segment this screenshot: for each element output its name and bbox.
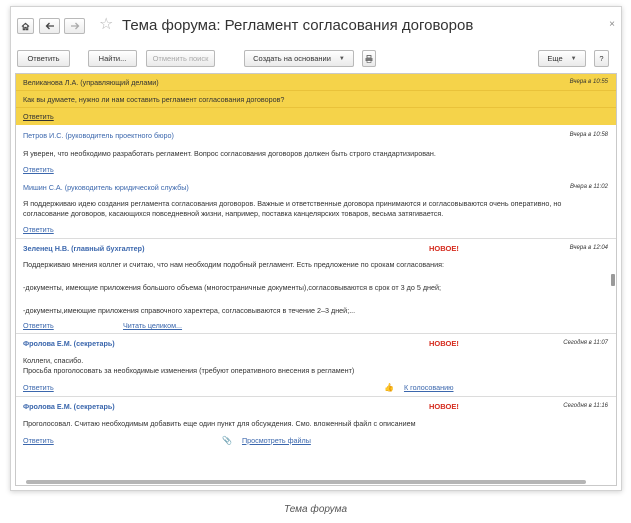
figure-caption: Тема форума bbox=[283, 504, 348, 515]
vertical-scrollbar[interactable] bbox=[611, 274, 615, 286]
post-time: Сегодня в 11:07 bbox=[563, 340, 608, 346]
post-author: Мишин С.А. (руководитель юридической слу… bbox=[23, 182, 189, 192]
read-full-wrap: Читать целиком... bbox=[123, 321, 182, 330]
home-button[interactable] bbox=[17, 18, 34, 34]
forum-post[interactable]: Мишин С.А. (руководитель юридической слу… bbox=[16, 178, 616, 238]
printer-icon bbox=[365, 54, 373, 63]
new-badge: НОВОЕ! bbox=[429, 243, 459, 253]
view-files-link[interactable]: Просмотреть файлы bbox=[242, 436, 311, 445]
reply-link[interactable]: Ответить bbox=[23, 112, 54, 121]
thumbs-up-icon: 👍 bbox=[384, 382, 394, 392]
files-wrap: 📎 Просмотреть файлы bbox=[222, 436, 311, 445]
post-text-line: -документы, имеющие приложения большого … bbox=[23, 283, 441, 292]
post-header: Зеленец Н.В. (главный бухгалтер) НОВОЕ! … bbox=[16, 239, 616, 257]
post-author: Фролова Е.М. (секретарь) bbox=[23, 338, 115, 348]
home-icon bbox=[21, 22, 30, 30]
new-badge: НОВОЕ! bbox=[429, 338, 459, 348]
post-text-line: Поддерживаю мнения коллег и считаю, что … bbox=[23, 260, 445, 269]
post-actions: Ответить Читать целиком... bbox=[16, 318, 616, 333]
post-actions: Ответить 👍 К голосованию bbox=[16, 378, 616, 396]
close-icon[interactable]: × bbox=[609, 19, 615, 30]
post-time: Вчера в 12:04 bbox=[569, 245, 608, 251]
post-text-line: Коллеги, спасибо. bbox=[23, 356, 84, 365]
print-button[interactable] bbox=[362, 50, 376, 67]
post-header: Петров И.С. (руководитель проектного бюр… bbox=[16, 125, 616, 145]
post-actions: Ответить bbox=[16, 161, 616, 178]
post-text: Как вы думаете, нужно ли нам составить р… bbox=[16, 91, 616, 108]
post-header: Фролова Е.М. (секретарь) НОВОЕ! Сегодня … bbox=[16, 397, 616, 415]
cancel-search-button[interactable]: Отменить поиск bbox=[146, 50, 215, 67]
post-text: Поддерживаю мнения коллег и считаю, что … bbox=[16, 257, 616, 318]
more-label: Еще bbox=[547, 54, 563, 63]
chevron-down-icon: ▼ bbox=[338, 55, 345, 62]
new-badge: НОВОЕ! bbox=[429, 401, 459, 411]
post-text: Я поддерживаю идею создания регламента с… bbox=[16, 196, 616, 221]
reply-link[interactable]: Ответить bbox=[23, 165, 54, 174]
post-text-line: Просьба проголосовать за необходимые изм… bbox=[23, 366, 355, 375]
post-time: Вчера в 10:55 bbox=[569, 79, 608, 85]
page-title: Тема форума: Регламент согласования дого… bbox=[122, 17, 474, 34]
post-text-line: Я поддерживаю идею создания регламента с… bbox=[23, 199, 562, 218]
horizontal-scrollbar[interactable] bbox=[26, 480, 586, 484]
post-time: Вчера в 10:58 bbox=[569, 132, 608, 138]
post-text-line: Проголосовал. Считаю необходимым добавит… bbox=[23, 419, 416, 428]
post-author: Зеленец Н.В. (главный бухгалтер) bbox=[23, 243, 145, 253]
post-header: Фролова Е.М. (секретарь) НОВОЕ! Сегодня … bbox=[16, 334, 616, 352]
title-bar: ☆ Тема форума: Регламент согласования до… bbox=[11, 7, 621, 41]
vote-link[interactable]: К голосованию bbox=[404, 383, 454, 392]
find-button[interactable]: Найти... bbox=[88, 50, 137, 67]
reply-link[interactable]: Ответить bbox=[23, 436, 54, 445]
back-button[interactable] bbox=[39, 18, 60, 34]
forum-topic-window: ☆ Тема форума: Регламент согласования до… bbox=[10, 6, 622, 491]
forum-posts-list: Великанова Л.А. (управляющий делами) Вче… bbox=[15, 73, 617, 486]
create-based-on-button[interactable]: Создать на основании ▼ bbox=[244, 50, 354, 67]
star-icon[interactable]: ☆ bbox=[99, 17, 113, 33]
reply-button[interactable]: Ответить bbox=[17, 50, 70, 67]
post-actions: Ответить bbox=[16, 221, 616, 238]
forum-post[interactable]: Фролова Е.М. (секретарь) НОВОЕ! Сегодня … bbox=[16, 333, 616, 396]
post-time: Вчера в 11:02 bbox=[570, 184, 608, 190]
forum-post[interactable]: Зеленец Н.В. (главный бухгалтер) НОВОЕ! … bbox=[16, 238, 616, 333]
forum-post[interactable]: Фролова Е.М. (секретарь) НОВОЕ! Сегодня … bbox=[16, 396, 616, 449]
post-actions: Ответить bbox=[16, 108, 616, 125]
read-full-link[interactable]: Читать целиком... bbox=[123, 321, 182, 330]
post-author: Петров И.С. (руководитель проектного бюр… bbox=[23, 130, 174, 140]
post-time: Сегодня в 11:16 bbox=[563, 403, 608, 409]
reply-link[interactable]: Ответить bbox=[23, 383, 54, 392]
post-author: Великанова Л.А. (управляющий делами) bbox=[23, 77, 159, 87]
post-header: Великанова Л.А. (управляющий делами) Вче… bbox=[16, 74, 616, 91]
forum-post[interactable]: Петров И.С. (руководитель проектного бюр… bbox=[16, 125, 616, 178]
toolbar: Ответить Найти... Отменить поиск Создать… bbox=[11, 50, 621, 68]
post-header: Мишин С.А. (руководитель юридической слу… bbox=[16, 178, 616, 196]
help-button[interactable]: ? bbox=[594, 50, 609, 67]
reply-link[interactable]: Ответить bbox=[23, 321, 54, 330]
reply-link[interactable]: Ответить bbox=[23, 225, 54, 234]
forward-button[interactable] bbox=[64, 18, 85, 34]
vote-wrap: 👍 К голосованию bbox=[384, 383, 454, 392]
post-text-line: -документы,имеющие приложения справочног… bbox=[23, 306, 356, 315]
post-text: Проголосовал. Считаю необходимым добавит… bbox=[16, 415, 616, 431]
create-based-on-label: Создать на основании bbox=[253, 54, 331, 63]
arrow-left-icon bbox=[45, 22, 54, 30]
more-button[interactable]: Еще ▼ bbox=[538, 50, 586, 67]
chevron-down-icon: ▼ bbox=[570, 55, 577, 62]
forum-post[interactable]: Великанова Л.А. (управляющий делами) Вче… bbox=[16, 74, 616, 125]
paperclip-icon: 📎 bbox=[222, 435, 232, 445]
arrow-right-icon bbox=[70, 22, 79, 30]
post-actions: Ответить 📎 Просмотреть файлы bbox=[16, 431, 616, 449]
post-text: Я уверен, что необходимо разработать рег… bbox=[16, 145, 616, 161]
post-text-line: Как вы думаете, нужно ли нам составить р… bbox=[23, 94, 285, 104]
post-text: Коллеги, спасибо. Просьба проголосовать … bbox=[16, 352, 616, 378]
post-author: Фролова Е.М. (секретарь) bbox=[23, 401, 115, 411]
post-text-line: Я уверен, что необходимо разработать рег… bbox=[23, 149, 436, 158]
